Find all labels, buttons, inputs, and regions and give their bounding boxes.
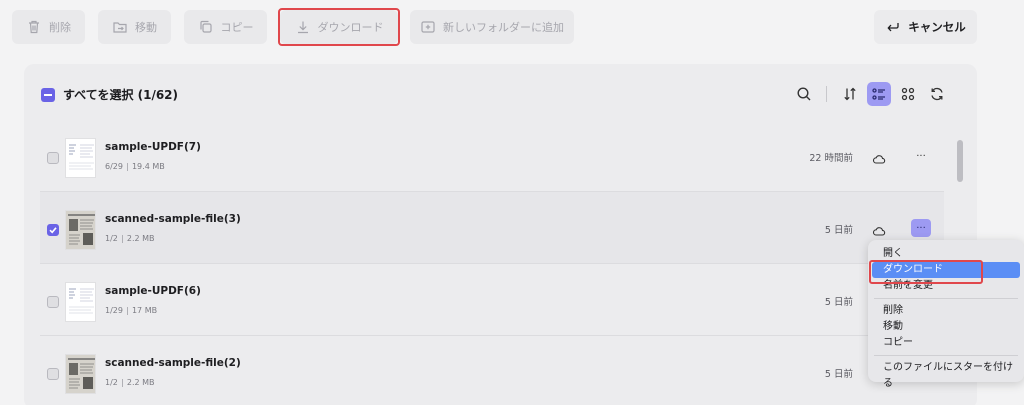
cloud-icon[interactable] [872,151,886,165]
select-all-label: すべてを選択 (1/62) [63,88,179,102]
file-name: scanned-sample-file(3) [105,213,241,225]
refresh-icon[interactable] [925,82,949,106]
tool-divider [826,86,827,102]
move-button[interactable]: 移動 [98,10,171,44]
menu-item-star[interactable]: このファイルにスターを付ける [872,360,1020,389]
select-all[interactable]: すべてを選択 (1/62) [41,86,178,103]
copy-button[interactable]: コピー [184,10,267,44]
file-thumbnail [65,210,96,250]
file-name: sample-UPDF(7) [105,141,201,153]
file-name: scanned-sample-file(2) [105,357,241,369]
row-checkbox[interactable] [47,296,59,308]
row-checkbox[interactable] [47,224,59,236]
trash-icon [26,19,42,35]
file-thumbnail [65,354,96,394]
add-to-new-folder-button[interactable]: 新しいフォルダーに追加 [410,10,574,44]
table-row[interactable]: scanned-sample-file(2) 1/2 2.2 MB 5 日前 [40,336,944,405]
modified-time: 5 日前 [824,225,853,236]
meta-divider [121,378,123,387]
folder-move-icon [112,19,128,35]
file-meta: 6/29 19.4 MB [105,162,165,171]
sort-icon[interactable] [838,82,862,106]
row-checkbox[interactable] [47,368,59,380]
row-checkbox[interactable] [47,152,59,164]
action-toolbar: 削除 移動 コピー ダウンロード 新しいフォルダーに追加 キャンセル [0,0,1024,60]
menu-divider [874,355,1018,356]
menu-item-delete[interactable]: 削除 [872,303,1020,319]
more-options-button[interactable]: ··· [911,219,931,237]
search-icon[interactable] [792,82,816,106]
download-button[interactable]: ダウンロード [278,8,400,46]
file-meta: 1/2 2.2 MB [105,234,155,243]
menu-item-download[interactable]: ダウンロード [869,260,1020,284]
file-panel: すべてを選択 (1/62) sample-UPDF(7) 6/29 19.4 M… [24,64,977,405]
file-name: sample-UPDF(6) [105,285,201,297]
delete-button[interactable]: 削除 [12,10,85,44]
copy-icon [198,19,214,35]
grid-view-icon[interactable] [896,82,920,106]
context-menu: 開く ダウンロード 名前を変更 削除 移動 コピー このファイルにスターを付ける [868,240,1024,389]
cancel-button[interactable]: キャンセル [874,10,977,44]
modified-time: 5 日前 [824,297,853,308]
cloud-icon[interactable] [872,223,886,237]
folder-plus-icon [420,19,436,35]
meta-divider [121,234,123,243]
more-options-button[interactable]: ··· [911,147,931,165]
meta-divider [126,306,128,315]
select-all-checkbox[interactable] [41,87,55,102]
table-row[interactable]: sample-UPDF(6) 1/29 17 MB 5 日前 [40,264,944,336]
view-tools [787,82,949,106]
file-meta: 1/2 2.2 MB [105,378,155,387]
menu-item-copy[interactable]: コピー [872,335,1020,351]
list-view-icon[interactable] [867,82,891,106]
menu-item-move[interactable]: 移動 [872,319,1020,335]
download-icon [295,19,311,35]
scrollbar-thumb[interactable] [957,140,963,182]
table-row[interactable]: scanned-sample-file(3) 1/2 2.2 MB 5 日前 ·… [40,192,944,264]
modified-time: 5 日前 [824,369,853,380]
file-thumbnail [65,138,96,178]
meta-divider [126,162,128,171]
menu-divider [874,298,1018,299]
file-thumbnail [65,282,96,322]
file-meta: 1/29 17 MB [105,306,158,315]
modified-time: 22 時間前 [809,153,853,164]
table-row[interactable]: sample-UPDF(7) 6/29 19.4 MB 22 時間前 ··· [40,120,944,192]
return-arrow-icon [885,19,901,35]
